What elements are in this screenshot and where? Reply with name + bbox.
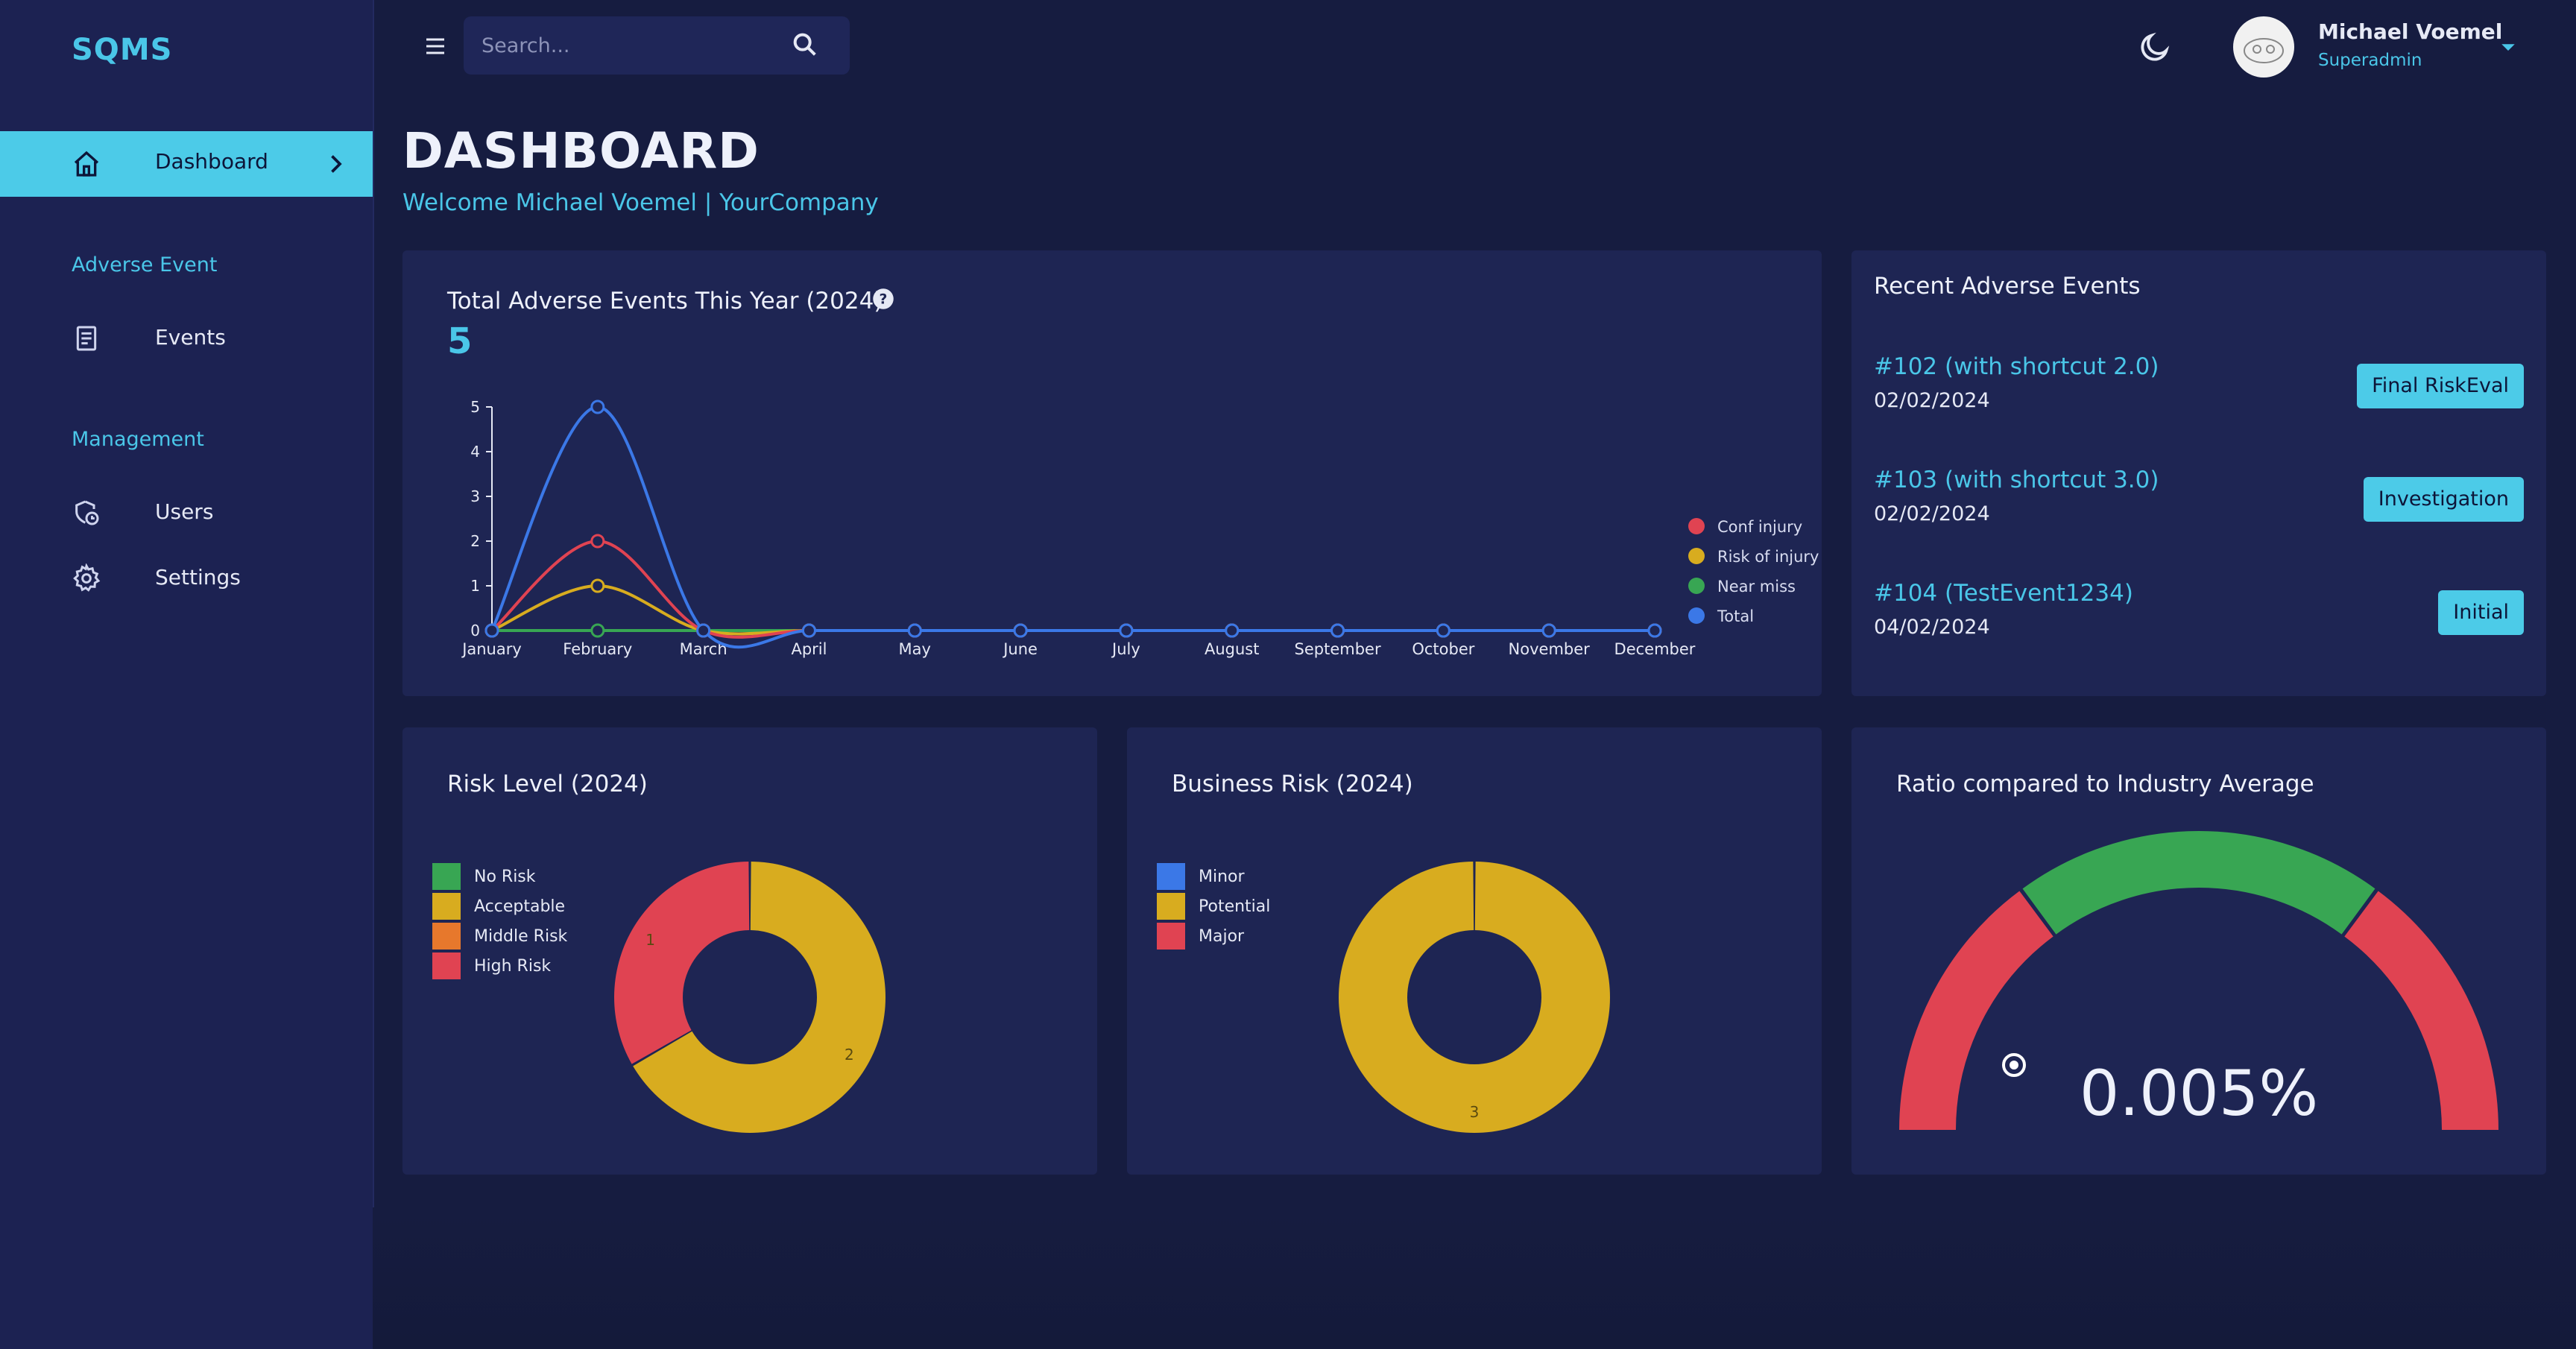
legend-marker (1688, 518, 1705, 534)
donut-slice-potential (1339, 862, 1610, 1133)
data-point (801, 623, 816, 638)
data-point (1541, 623, 1556, 638)
sidebar-item-dashboard[interactable]: Dashboard (0, 131, 373, 197)
sidebar-item-events[interactable]: Events (0, 309, 373, 368)
gear-icon (73, 563, 101, 592)
legend-label: Conf injury (1717, 518, 1802, 536)
data-point (696, 623, 711, 638)
sidebar-item-label: Users (155, 499, 214, 524)
business-risk-donut-chart: 3 (1339, 862, 1610, 1133)
data-point (590, 534, 605, 549)
x-tick-label: June (1002, 640, 1038, 658)
data-point (1647, 623, 1662, 638)
user-role: Superadmin (2318, 51, 2422, 70)
data-point (1225, 623, 1240, 638)
series-line-conf-injury (490, 539, 1655, 639)
data-point (1119, 623, 1134, 638)
event-date: 02/02/2024 (1874, 389, 1990, 412)
legend-label: Risk of injury (1717, 548, 1819, 566)
risk-level-card: Risk Level (2024) No Risk Acceptable Mid… (402, 727, 1097, 1175)
x-tick-label: May (899, 640, 931, 658)
dark-mode-toggle-icon[interactable] (2138, 30, 2172, 64)
y-tick-label: 0 (470, 622, 480, 639)
status-badge[interactable]: Final RiskEval (2357, 364, 2524, 408)
data-point (1330, 623, 1345, 638)
donut-slice-high-risk (614, 862, 750, 1064)
card-title: Recent Adverse Events (1874, 273, 2141, 300)
sidebar-item-label: Settings (155, 565, 241, 590)
x-tick-label: December (1614, 640, 1696, 658)
sidebar-item-label: Events (155, 325, 226, 350)
x-tick-label: July (1111, 640, 1140, 658)
x-tick-label: November (1509, 640, 1591, 658)
slice-label: 3 (1470, 1103, 1480, 1121)
data-point (590, 623, 605, 638)
y-tick-label: 1 (470, 577, 480, 595)
legend-marker (1688, 578, 1705, 594)
event-link[interactable]: #104 (TestEvent1234) (1874, 580, 2133, 607)
search-icon[interactable] (790, 30, 820, 60)
sidebar-item-users[interactable]: Users (0, 483, 373, 543)
caret-down-icon[interactable] (2497, 36, 2519, 58)
sidebar-item-settings[interactable]: Settings (0, 549, 373, 608)
data-point (484, 623, 499, 638)
user-name[interactable]: Michael Voemel (2318, 19, 2502, 44)
total-events-card: Total Adverse Events This Year (2024) ? … (402, 250, 1822, 696)
section-title-management: Management (72, 428, 204, 451)
legend-marker (1688, 607, 1705, 624)
data-point (907, 623, 922, 638)
x-tick-label: February (563, 640, 632, 658)
users-shield-icon (75, 500, 99, 525)
x-tick-label: September (1295, 640, 1381, 658)
line-chart: 012345January February March April May June Ju… (461, 398, 1819, 658)
slice-label: 2 (845, 1046, 854, 1064)
legend-label: Total (1717, 607, 1754, 625)
document-icon (76, 326, 97, 351)
event-link[interactable]: #103 (with shortcut 3.0) (1874, 467, 2159, 493)
hamburger-menu-icon[interactable] (422, 33, 449, 60)
home-icon (74, 151, 99, 177)
legend-label: Near miss (1717, 578, 1796, 595)
section-title-adverse-event: Adverse Event (72, 253, 218, 277)
y-tick-label: 4 (470, 443, 480, 461)
recent-events-card: Recent Adverse Events #102 (with shortcu… (1852, 250, 2546, 696)
legend-marker (1688, 548, 1705, 564)
status-badge[interactable]: Investigation (2363, 477, 2524, 522)
industry-ratio-card: Ratio compared to Industry Average 0.005… (1852, 727, 2546, 1175)
data-point (590, 578, 605, 593)
event-link[interactable]: #102 (with shortcut 2.0) (1874, 353, 2159, 380)
x-tick-label: January (461, 640, 522, 658)
sidebar: SQMS Dashboard Adverse Event Events Mana… (0, 0, 374, 1349)
business-risk-card: Business Risk (2024) Minor Potential Maj… (1127, 727, 1822, 1175)
x-tick-label: October (1412, 640, 1474, 658)
data-point (590, 399, 605, 414)
avatar-illustration (2234, 17, 2294, 77)
welcome-text: Welcome Michael Voemel | YourCompany (402, 189, 879, 216)
avatar[interactable] (2233, 16, 2294, 78)
search-input[interactable] (480, 30, 781, 61)
y-tick-label: 2 (470, 532, 480, 550)
search-box (464, 16, 850, 75)
chevron-right-icon (331, 155, 342, 173)
data-point (1436, 623, 1450, 638)
series-line-total (490, 405, 1655, 649)
gauge-value: 0.005% (2079, 1057, 2319, 1130)
x-tick-label: August (1205, 640, 1260, 658)
status-badge[interactable]: Initial (2438, 590, 2524, 635)
x-tick-label: April (791, 640, 827, 658)
data-point (1013, 623, 1028, 638)
series-line-risk-of-injury (491, 584, 1655, 636)
event-date: 04/02/2024 (1874, 616, 1990, 639)
event-date: 02/02/2024 (1874, 502, 1990, 525)
page-background (373, 1207, 2576, 1349)
gauge-arc-mid (2022, 831, 2375, 935)
sidebar-item-label: Dashboard (155, 149, 268, 174)
page-title: DASHBOARD (402, 122, 760, 180)
y-tick-label: 5 (470, 398, 480, 416)
slice-label: 1 (645, 931, 655, 949)
y-tick-label: 3 (470, 487, 480, 505)
brand-logo[interactable]: SQMS (72, 33, 172, 67)
risk-level-donut-chart: 21 (614, 862, 886, 1133)
